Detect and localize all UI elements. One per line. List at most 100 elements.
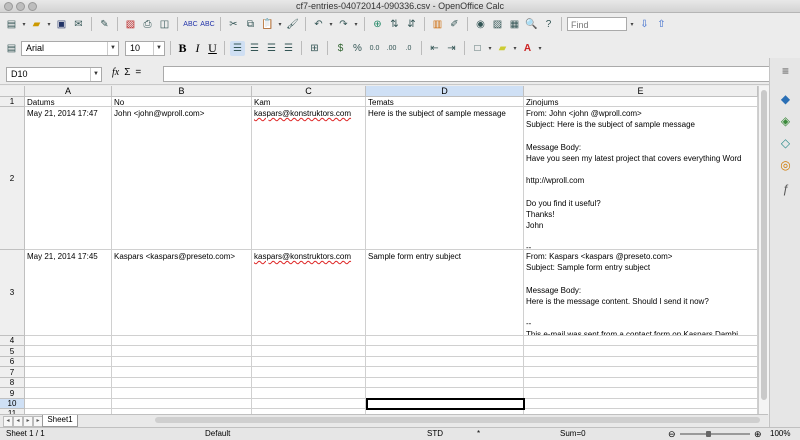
merge-cells-icon[interactable]: ⊞ bbox=[307, 41, 322, 56]
chevron-down-icon[interactable]: ▼ bbox=[107, 41, 118, 55]
cell-b5[interactable] bbox=[112, 346, 252, 357]
cell-e8[interactable] bbox=[524, 378, 758, 388]
cell-c8[interactable] bbox=[252, 378, 366, 388]
cell-d1[interactable]: Temats bbox=[366, 97, 524, 107]
function-wizard-icon[interactable]: fx bbox=[112, 67, 119, 78]
cell-a10[interactable] bbox=[25, 399, 112, 409]
help-icon[interactable]: ? bbox=[541, 17, 556, 32]
cell-d4[interactable] bbox=[366, 336, 524, 346]
function-icon[interactable]: = bbox=[135, 67, 141, 78]
column-header-e[interactable]: E bbox=[524, 86, 758, 97]
bold-button[interactable]: B bbox=[176, 41, 189, 56]
find-input[interactable]: Find bbox=[567, 17, 627, 31]
open-dropdown-icon[interactable]: ▾ bbox=[46, 17, 52, 32]
cell-a4[interactable] bbox=[25, 336, 112, 346]
currency-format-icon[interactable]: $ bbox=[333, 41, 348, 56]
cell-c3[interactable]: kaspars@konstruktors.com bbox=[252, 250, 366, 336]
sort-ascending-icon[interactable]: ⇅ bbox=[387, 17, 402, 32]
cell-c10[interactable] bbox=[252, 399, 366, 409]
underline-button[interactable]: U bbox=[206, 41, 219, 56]
find-previous-icon[interactable]: ⇧ bbox=[654, 17, 669, 32]
row-header-9[interactable]: 9 bbox=[0, 388, 25, 399]
cell-c6[interactable] bbox=[252, 357, 366, 367]
row-header-7[interactable]: 7 bbox=[0, 367, 25, 378]
align-right-icon[interactable]: ☰ bbox=[264, 41, 279, 56]
sort-descending-icon[interactable]: ⇵ bbox=[404, 17, 419, 32]
sidebar-menu-icon[interactable]: ≡ bbox=[778, 64, 793, 79]
cell-b2[interactable]: John <john@wproll.com> bbox=[112, 107, 252, 250]
cell-c2[interactable]: kaspars@konstruktors.com bbox=[252, 107, 366, 250]
column-header-c[interactable]: C bbox=[252, 86, 366, 97]
row-header-5[interactable]: 5 bbox=[0, 346, 25, 357]
font-color-icon[interactable]: A bbox=[520, 41, 535, 56]
minimize-window-button[interactable] bbox=[16, 2, 25, 11]
chevron-down-icon[interactable]: ▼ bbox=[153, 41, 164, 55]
cell-e5[interactable] bbox=[524, 346, 758, 357]
background-color-icon[interactable]: ▰ bbox=[495, 41, 510, 56]
navigator-icon[interactable]: ◉ bbox=[473, 17, 488, 32]
cell-b7[interactable] bbox=[112, 367, 252, 378]
zoom-icon[interactable]: 🔍 bbox=[524, 17, 539, 32]
cut-icon[interactable]: ✂ bbox=[226, 17, 241, 32]
gallery-icon[interactable]: ▨ bbox=[490, 17, 505, 32]
row-header-4[interactable]: 4 bbox=[0, 336, 25, 346]
font-name-combo[interactable]: Arial ▼ bbox=[21, 40, 119, 56]
cell-c9[interactable] bbox=[252, 388, 366, 399]
cell-e10[interactable] bbox=[524, 399, 758, 409]
autospellcheck-icon[interactable]: ABC bbox=[200, 17, 215, 32]
cell-c5[interactable] bbox=[252, 346, 366, 357]
navigator-sidebar-icon[interactable]: ◎ bbox=[778, 158, 793, 173]
show-draw-functions-icon[interactable]: ✐ bbox=[447, 17, 462, 32]
cell-e7[interactable] bbox=[524, 367, 758, 378]
column-header-a[interactable]: A bbox=[25, 86, 112, 97]
cell-e6[interactable] bbox=[524, 357, 758, 367]
first-sheet-button[interactable]: ◂ bbox=[3, 416, 13, 427]
spreadsheet-grid[interactable]: A B C D E 1 2 3 4 5 6 7 8 9 10 11 Datums… bbox=[0, 86, 758, 414]
zoom-slider-thumb[interactable] bbox=[706, 431, 711, 437]
row-header-3[interactable]: 3 bbox=[0, 250, 25, 336]
undo-dropdown-icon[interactable]: ▾ bbox=[328, 17, 334, 32]
spellcheck-icon[interactable]: ABC bbox=[183, 17, 198, 32]
cell-e1[interactable]: Zinojums bbox=[524, 97, 758, 107]
cell-d5[interactable] bbox=[366, 346, 524, 357]
cell-b3[interactable]: Kaspars <kaspars@preseto.com> bbox=[112, 250, 252, 336]
zoom-window-button[interactable] bbox=[28, 2, 37, 11]
percent-format-icon[interactable]: % bbox=[350, 41, 365, 56]
data-sources-icon[interactable]: ▦ bbox=[507, 17, 522, 32]
background-color-dropdown-icon[interactable]: ▾ bbox=[512, 41, 518, 56]
horizontal-scrollbar[interactable] bbox=[155, 417, 760, 423]
cell-a8[interactable] bbox=[25, 378, 112, 388]
sum-icon[interactable]: Σ bbox=[124, 67, 130, 78]
align-center-icon[interactable]: ☰ bbox=[247, 41, 262, 56]
hyperlink-icon[interactable]: ⊕ bbox=[370, 17, 385, 32]
undo-icon[interactable]: ↶ bbox=[311, 17, 326, 32]
font-size-combo[interactable]: 10 ▼ bbox=[125, 40, 165, 56]
export-pdf-icon[interactable]: ▧ bbox=[123, 17, 138, 32]
copy-icon[interactable]: ⧉ bbox=[243, 17, 258, 32]
zoom-slider[interactable] bbox=[680, 433, 750, 435]
styles-icon[interactable]: ◈ bbox=[778, 114, 793, 129]
cell-d6[interactable] bbox=[366, 357, 524, 367]
print-icon[interactable]: ⎙ bbox=[140, 17, 155, 32]
previous-sheet-button[interactable]: ◂ bbox=[13, 416, 23, 427]
cell-d8[interactable] bbox=[366, 378, 524, 388]
row-header-6[interactable]: 6 bbox=[0, 357, 25, 367]
cell-b4[interactable] bbox=[112, 336, 252, 346]
cell-a3[interactable]: May 21, 2014 17:45 bbox=[25, 250, 112, 336]
select-all-corner[interactable] bbox=[0, 86, 25, 97]
cell-a1[interactable]: Datums bbox=[25, 97, 112, 107]
save-icon[interactable]: ▣ bbox=[54, 17, 69, 32]
new-document-icon[interactable]: ▤ bbox=[4, 17, 19, 32]
email-icon[interactable]: ✉ bbox=[71, 17, 86, 32]
gallery-sidebar-icon[interactable]: ◇ bbox=[778, 136, 793, 151]
column-header-d[interactable]: D bbox=[366, 86, 524, 97]
cell-d3[interactable]: Sample form entry subject bbox=[366, 250, 524, 336]
font-color-dropdown-icon[interactable]: ▾ bbox=[537, 41, 543, 56]
redo-icon[interactable]: ↷ bbox=[336, 17, 351, 32]
chevron-down-icon[interactable]: ▼ bbox=[90, 68, 101, 81]
cell-d7[interactable] bbox=[366, 367, 524, 378]
chart-icon[interactable]: ▥ bbox=[430, 17, 445, 32]
cell-e4[interactable] bbox=[524, 336, 758, 346]
cell-c7[interactable] bbox=[252, 367, 366, 378]
row-header-2[interactable]: 2 bbox=[0, 107, 25, 250]
